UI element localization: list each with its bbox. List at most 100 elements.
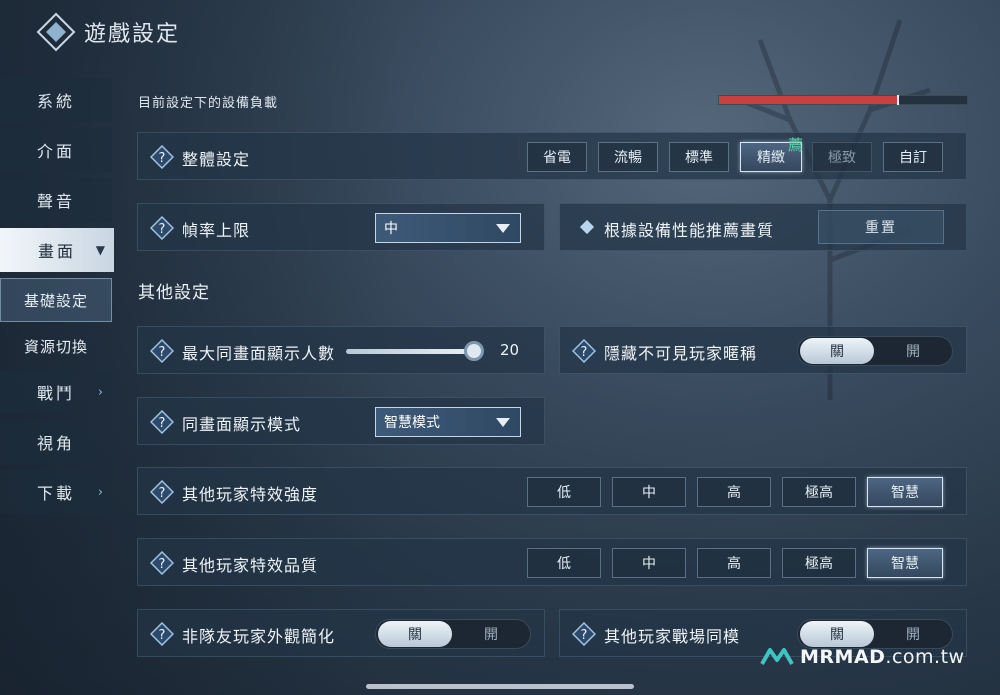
simplify-appearance-row: ? 非隊友玩家外觀簡化 關 開 <box>137 609 545 657</box>
overall-option-standard[interactable]: 標準 <box>669 142 729 172</box>
toggle-option-off[interactable]: 關 <box>800 338 874 364</box>
chevron-down-icon: ▼ <box>95 243 108 257</box>
display-mode-value: 智慧模式 <box>384 415 440 431</box>
question-icon[interactable]: ? <box>150 145 174 169</box>
sidebar-item-label: 戰鬥 <box>36 384 75 403</box>
device-load-bar <box>718 95 968 105</box>
toggle-option-off[interactable]: 關 <box>800 621 874 647</box>
header: 遊戲設定 <box>0 0 400 62</box>
sidebar-item-combat[interactable]: 戰鬥 › <box>0 370 112 414</box>
overall-option-power-save[interactable]: 省電 <box>527 142 587 172</box>
battlefield-model-label: 其他玩家戰場同模 <box>604 627 741 646</box>
sidebar-item-label: 聲音 <box>36 192 75 211</box>
simplify-appearance-toggle[interactable]: 關 開 <box>375 619 531 649</box>
question-icon[interactable]: ? <box>150 410 174 434</box>
caret-down-icon <box>496 224 510 233</box>
toggle-option-off[interactable]: 關 <box>378 621 452 647</box>
hide-names-label: 隱藏不可見玩家暱稱 <box>604 344 758 363</box>
max-players-value: 20 <box>500 341 520 359</box>
svg-text:?: ? <box>581 628 588 643</box>
reset-button[interactable]: 重置 <box>818 210 944 244</box>
svg-text:?: ? <box>159 486 166 501</box>
device-load-marker <box>896 95 899 105</box>
sidebar-item-label: 畫面 <box>37 242 76 261</box>
section-title-other: 其他設定 <box>138 283 210 303</box>
sidebar-subitem-resource-switch[interactable]: 資源切換 <box>0 324 112 368</box>
sidebar-subitem-label: 基礎設定 <box>23 291 88 310</box>
sidebar-item-label: 介面 <box>36 142 75 161</box>
watermark: MRMAD.com.tw <box>760 646 965 668</box>
effect-quality-option-ultra[interactable]: 極高 <box>782 548 856 578</box>
svg-text:?: ? <box>581 345 588 360</box>
sidebar-item-system[interactable]: 系統 <box>0 78 112 122</box>
toggle-option-on[interactable]: 開 <box>454 621 528 647</box>
effect-intensity-row: ? 其他玩家特效強度 低 中 高 極高 智慧 <box>137 467 967 515</box>
toggle-option-on[interactable]: 開 <box>876 621 950 647</box>
frame-rate-label: 幀率上限 <box>182 221 251 240</box>
recommend-tag: 薦 <box>788 136 804 154</box>
overall-option-custom[interactable]: 自訂 <box>883 142 943 172</box>
overall-option-smooth[interactable]: 流暢 <box>598 142 658 172</box>
overall-option-ultimate[interactable]: 極致 <box>812 142 872 172</box>
svg-text:?: ? <box>159 557 166 572</box>
question-icon[interactable]: ? <box>572 622 596 646</box>
sidebar-item-interface[interactable]: 介面 <box>0 128 112 172</box>
svg-text:?: ? <box>159 345 166 360</box>
max-players-slider-handle[interactable] <box>464 341 484 361</box>
battlefield-model-toggle[interactable]: 關 開 <box>797 619 953 649</box>
effect-quality-option-smart[interactable]: 智慧 <box>867 548 943 578</box>
display-mode-label: 同畫面顯示模式 <box>182 415 302 434</box>
effect-quality-option-low[interactable]: 低 <box>527 548 601 578</box>
page-title: 遊戲設定 <box>84 22 181 47</box>
sidebar-item-download[interactable]: 下載 › <box>0 470 112 514</box>
question-icon[interactable]: ? <box>150 551 174 575</box>
effect-intensity-option-medium[interactable]: 中 <box>612 477 686 507</box>
effect-quality-option-medium[interactable]: 中 <box>612 548 686 578</box>
effect-quality-option-high[interactable]: 高 <box>697 548 771 578</box>
question-icon[interactable]: ? <box>572 339 596 363</box>
chevron-right-icon: › <box>97 384 106 400</box>
question-icon[interactable]: ? <box>150 480 174 504</box>
overall-setting-label: 整體設定 <box>182 150 251 169</box>
frame-rate-value: 中 <box>384 221 398 237</box>
display-mode-dropdown[interactable]: 智慧模式 <box>375 407 521 437</box>
sidebar-item-label: 下載 <box>36 484 75 503</box>
effect-intensity-option-high[interactable]: 高 <box>697 477 771 507</box>
effect-quality-row: ? 其他玩家特效品質 低 中 高 極高 智慧 <box>137 538 967 586</box>
svg-text:?: ? <box>159 151 166 166</box>
max-players-slider[interactable] <box>346 349 474 354</box>
effect-intensity-option-smart[interactable]: 智慧 <box>867 477 943 507</box>
watermark-domain: .com.tw <box>885 646 965 668</box>
overall-setting-row: ? 整體設定 省電 流暢 標準 精緻 極致 自訂 <box>137 132 967 180</box>
caret-down-icon <box>496 418 510 427</box>
effect-intensity-option-ultra[interactable]: 極高 <box>782 477 856 507</box>
toggle-option-on[interactable]: 開 <box>876 338 950 364</box>
frame-rate-dropdown[interactable]: 中 <box>375 213 521 243</box>
max-players-label: 最大同畫面顯示人數 <box>182 344 336 363</box>
sidebar-item-camera[interactable]: 視角 <box>0 420 112 464</box>
question-icon[interactable]: ? <box>150 339 174 363</box>
question-icon[interactable]: ? <box>150 216 174 240</box>
frame-rate-row: ? 幀率上限 中 <box>137 203 545 251</box>
sidebar-item-label: 系統 <box>36 92 75 111</box>
effect-intensity-option-low[interactable]: 低 <box>527 477 601 507</box>
max-players-row: ? 最大同畫面顯示人數 20 <box>137 326 545 374</box>
sidebar-item-graphics[interactable]: 畫面 ▼ <box>0 228 114 272</box>
recommend-quality-row: 根據設備性能推薦畫質 重置 <box>559 203 967 251</box>
sidebar-item-sound[interactable]: 聲音 <box>0 178 112 222</box>
svg-text:?: ? <box>159 222 166 237</box>
hide-names-toggle[interactable]: 關 開 <box>797 336 953 366</box>
simplify-appearance-label: 非隊友玩家外觀簡化 <box>182 627 336 646</box>
recommend-quality-label: 根據設備性能推薦畫質 <box>604 221 775 240</box>
sidebar: 系統 介面 聲音 畫面 ▼ 基礎設定 資源切換 戰鬥 › 視角 下載 › <box>0 78 114 520</box>
sidebar-subitem-label: 資源切換 <box>23 337 88 356</box>
sidebar-subitem-basic-settings[interactable]: 基礎設定 <box>0 278 112 322</box>
home-indicator[interactable] <box>366 684 634 689</box>
question-icon[interactable]: ? <box>150 622 174 646</box>
watermark-brand: MRMAD <box>800 646 886 668</box>
diamond-bullet-icon <box>579 219 595 235</box>
chevron-right-icon: › <box>97 484 106 500</box>
hide-names-row: ? 隱藏不可見玩家暱稱 關 開 <box>559 326 967 374</box>
sidebar-item-label: 視角 <box>36 434 75 453</box>
mrmad-logo-icon <box>760 648 794 665</box>
